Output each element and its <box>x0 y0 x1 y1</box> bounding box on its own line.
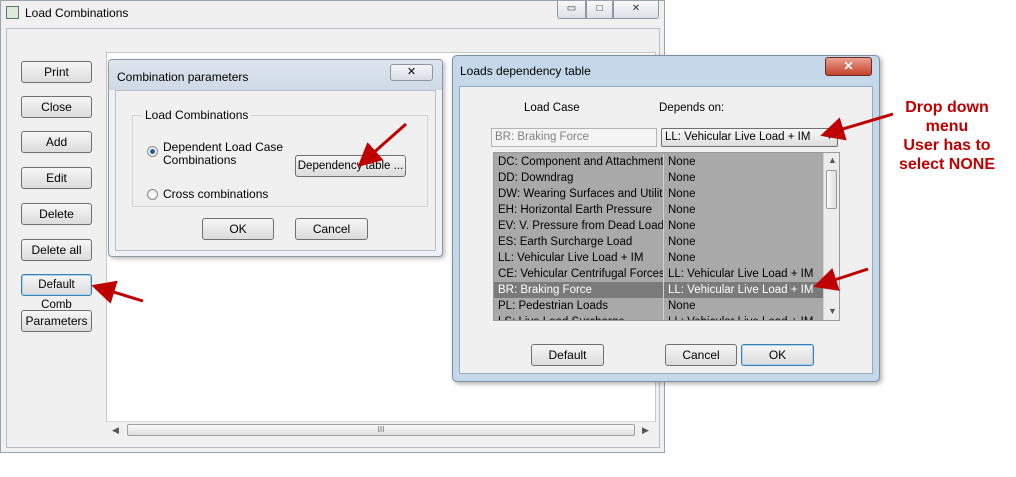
arrow-to-default-comb <box>91 280 144 304</box>
arrow-to-braking-row <box>813 267 869 291</box>
arrow-to-dropdown <box>820 112 894 141</box>
annotation-arrows <box>91 112 894 304</box>
arrow-to-dependency-button <box>357 122 407 167</box>
